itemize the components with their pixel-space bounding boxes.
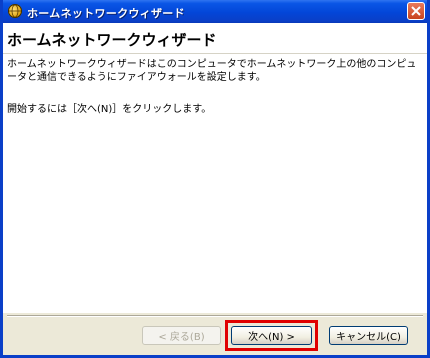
- network-globe-icon: [8, 4, 22, 18]
- wizard-description: ホームネットワークウィザードはこのコンピュータでホームネットワーク上の他のコンピ…: [7, 59, 417, 83]
- close-icon: [411, 6, 421, 16]
- close-button[interactable]: [407, 2, 425, 20]
- cancel-button[interactable]: キャンセル(C): [329, 326, 408, 345]
- back-button[interactable]: < 戻る(B): [142, 326, 221, 345]
- wizard-window: ホームネットワークウィザード ホームネットワークウィザード ホームネットワークウ…: [0, 0, 430, 358]
- page-heading: ホームネットワークウィザード: [7, 31, 217, 49]
- heading-divider: [3, 53, 427, 54]
- wizard-instruction: 開始するには［次へ(N)］をクリックします。: [7, 104, 212, 115]
- footer-divider: [7, 315, 423, 317]
- window-title: ホームネットワークウィザード: [27, 7, 185, 20]
- wizard-content-panel: ホームネットワークウィザード ホームネットワークウィザードはこのコンピュータでホ…: [3, 23, 427, 313]
- title-bar[interactable]: ホームネットワークウィザード: [3, 0, 427, 23]
- dialog-client-area: ホームネットワークウィザード ホームネットワークウィザードはこのコンピュータでホ…: [3, 23, 427, 355]
- next-button[interactable]: 次へ(N) >: [231, 326, 312, 345]
